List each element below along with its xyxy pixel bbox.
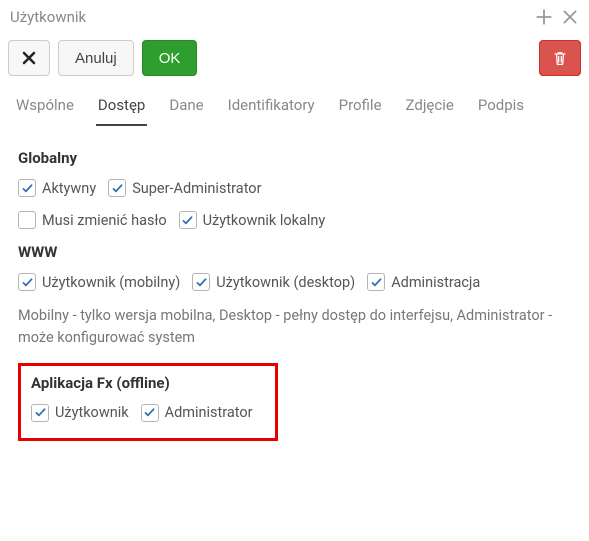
check-label: Aktywny — [42, 180, 96, 197]
ok-button[interactable]: OK — [142, 40, 198, 76]
check-label: Użytkownik lokalny — [203, 212, 326, 229]
checkbox-icon — [141, 404, 159, 422]
tab-dane[interactable]: Dane — [167, 90, 205, 126]
check-administration[interactable]: Administracja — [367, 273, 480, 291]
check-label: Administracja — [391, 274, 480, 291]
cancel-button[interactable]: Anuluj — [58, 40, 134, 76]
www-row: Użytkownik (mobilny) Użytkownik (desktop… — [18, 273, 571, 291]
tab-identifikatory[interactable]: Identifikatory — [226, 90, 317, 126]
tab-podpis[interactable]: Podpis — [476, 90, 526, 126]
checkbox-icon — [18, 179, 36, 197]
toolbar: Anuluj OK — [0, 34, 589, 86]
close-button[interactable] — [8, 40, 50, 76]
check-label: Administrator — [165, 404, 253, 421]
close-icon[interactable] — [561, 8, 579, 26]
check-label: Użytkownik (mobilny) — [42, 274, 180, 291]
check-label: Super-Administrator — [132, 180, 261, 197]
delete-button[interactable] — [539, 40, 581, 76]
check-fx-admin[interactable]: Administrator — [141, 404, 253, 422]
check-label: Użytkownik — [55, 404, 129, 421]
checkbox-icon — [192, 273, 210, 291]
titlebar: Użytkownik — [0, 0, 589, 34]
add-icon[interactable] — [535, 8, 553, 26]
check-super-admin[interactable]: Super-Administrator — [108, 179, 261, 197]
check-must-change-password[interactable]: Musi zmienić hasło — [18, 211, 167, 229]
global-row-2: Musi zmienić hasło Użytkownik lokalny — [18, 211, 571, 229]
check-fx-user[interactable]: Użytkownik — [31, 404, 129, 422]
x-icon — [21, 50, 37, 66]
tabs: Wspólne Dostęp Dane Identifikatory Profi… — [0, 86, 589, 127]
checkbox-icon — [179, 211, 197, 229]
checkbox-icon — [18, 273, 36, 291]
tab-wspolne[interactable]: Wspólne — [14, 90, 76, 126]
check-active[interactable]: Aktywny — [18, 179, 96, 197]
check-user-mobile[interactable]: Użytkownik (mobilny) — [18, 273, 180, 291]
section-fx-title: Aplikacja Fx (offline) — [31, 374, 265, 392]
section-www-title: WWW — [18, 243, 571, 261]
checkbox-icon — [367, 273, 385, 291]
checkbox-icon — [18, 211, 36, 229]
tab-content: Globalny Aktywny Super-Administrator Mus… — [0, 127, 589, 457]
check-label: Musi zmienić hasło — [42, 212, 167, 229]
checkbox-icon — [31, 404, 49, 422]
tab-dostep[interactable]: Dostęp — [96, 90, 147, 126]
fx-row: Użytkownik Administrator — [31, 404, 265, 422]
checkbox-icon — [108, 179, 126, 197]
tab-profile[interactable]: Profile — [337, 90, 384, 126]
section-global-title: Globalny — [18, 149, 571, 167]
tab-zdjecie[interactable]: Zdjęcie — [404, 90, 456, 126]
trash-icon — [552, 50, 568, 66]
global-row-1: Aktywny Super-Administrator — [18, 179, 571, 197]
fx-highlight: Aplikacja Fx (offline) Użytkownik Admini… — [18, 363, 278, 441]
check-label: Użytkownik (desktop) — [216, 274, 355, 291]
window-title: Użytkownik — [10, 8, 527, 26]
www-help-text: Mobilny - tylko wersja mobilna, Desktop … — [18, 305, 571, 349]
check-local-user[interactable]: Użytkownik lokalny — [179, 211, 326, 229]
check-user-desktop[interactable]: Użytkownik (desktop) — [192, 273, 355, 291]
